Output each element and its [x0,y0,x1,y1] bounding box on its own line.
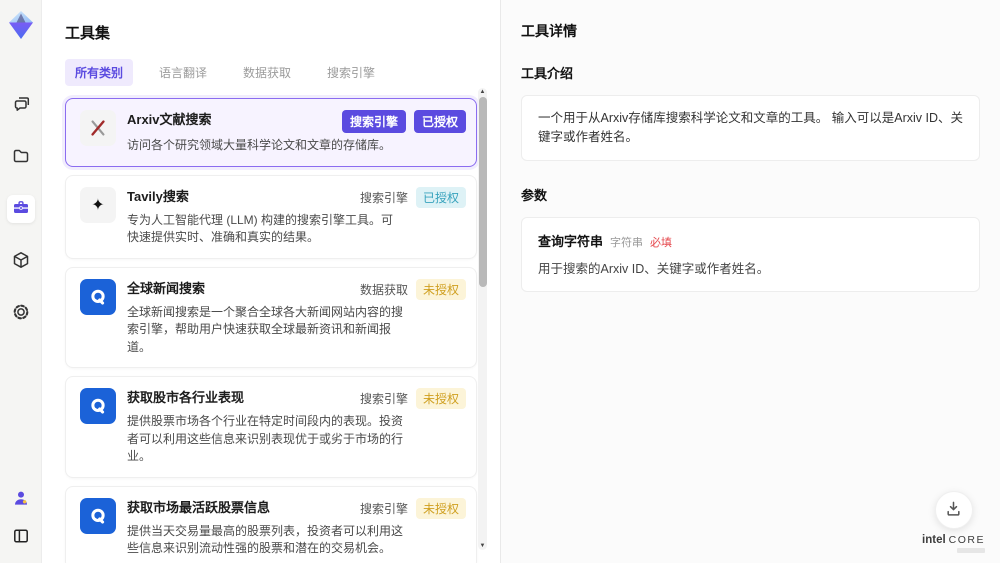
tool-title: 获取市场最活跃股票信息 [127,499,271,515]
param-type: 字符串 [610,237,644,249]
folder-icon [11,146,31,169]
tool-description: 专为人工智能代理 (LLM) 构建的搜索引擎工具。可快速提供实时、准确和真实的结… [127,212,394,245]
param-required-badge: 必填 [650,237,673,249]
tool-card-3[interactable]: 全球新闻搜索 数据获取 未授权 全球新闻搜索是一个聚合全球各大新闻网站内容的搜索… [65,266,477,368]
scrollbar[interactable]: ▲ ▼ [478,88,487,550]
panel-toggle-icon [11,526,31,549]
news-search-icon [80,278,116,315]
params-heading: 参数 [521,188,548,203]
brand-intel: intel [922,534,946,546]
tool-description: 访问各个研究领域大量科学论文和文章的存储库。 [127,138,392,152]
brand-core: CORE [948,534,985,546]
sidebar-item-cube[interactable] [7,247,35,275]
tool-description: 全球新闻搜索是一个聚合全球各大新闻网站内容的搜索引擎，帮助用户快速获取全球最新资… [127,304,404,354]
download-button[interactable] [934,491,973,529]
auth-status-badge: 未授权 [415,278,466,300]
details-title: 工具详情 [521,23,577,39]
user-icon [11,488,31,511]
download-icon [944,499,963,521]
tab-1[interactable]: 所有类别 [65,59,134,86]
sidebar-nav [6,91,35,327]
tavily-star-icon: ✦ [80,186,116,223]
param-name: 查询字符串 [538,234,604,249]
scroll-up-arrow[interactable]: ▲ [478,88,487,96]
tool-title: Tavily搜索 [127,188,189,204]
app-window: 工具集 所有类别 语言翻译 数据获取 搜索引擎 Arxiv文献搜索 搜索引擎 已授权 … [0,0,1000,563]
page-title: 工具集 [65,25,111,42]
tab-4[interactable]: 搜索引擎 [317,59,385,86]
tool-card-4[interactable]: 获取股市各行业表现 搜索引擎 未授权 提供股票市场各个行业在特定时间段内的表现。… [65,376,477,478]
param-description: 用于搜索的Arxiv ID、关键字或作者姓名。 [538,262,770,276]
tool-card-5[interactable]: 获取市场最活跃股票信息 搜索引擎 未授权 提供当天交易量最高的股票列表，投资者可… [65,485,477,563]
scroll-down-arrow[interactable]: ▼ [478,542,487,550]
param-box: 查询字符串 字符串 必填 用于搜索的Arxiv ID、关键字或作者姓名。 [521,217,980,292]
gear-icon [11,302,31,325]
category-badge: 搜索引擎 [359,190,408,205]
tool-card-2[interactable]: ✦ Tavily搜索 搜索引擎 已授权 专为人工智能代理 (LLM) 构建的搜索… [65,174,477,259]
tool-card-1[interactable]: Arxiv文献搜索 搜索引擎 已授权 访问各个研究领域大量科学论文和文章的存储库… [65,98,477,167]
category-tabs: 所有类别 语言翻译 数据获取 搜索引擎 [65,59,477,86]
auth-status-badge: 已授权 [413,110,466,133]
app-logo [8,10,34,45]
news-search-icon [80,388,116,424]
tool-title: Arxiv文献搜索 [127,112,212,127]
tool-description: 提供当天交易量最高的股票列表，投资者可以利用这些信息来识别流动性强的股票和潜在的… [127,523,404,556]
auth-status-badge: 未授权 [415,497,466,519]
toolbox-icon [11,198,31,221]
chat-icon [11,94,31,117]
tool-details-panel: 工具详情 工具介绍 一个用于从Arxiv存储库搜索科学论文和文章的工具。 输入可… [500,0,1000,563]
intel-core-logo: intel CORE [922,534,985,553]
news-search-icon [80,497,116,534]
sidebar-bottom [7,485,35,551]
auth-status-badge: 已授权 [415,186,466,208]
tool-list-panel: 工具集 所有类别 语言翻译 数据获取 搜索引擎 Arxiv文献搜索 搜索引擎 已授权 … [42,0,500,563]
tool-title: 获取股市各行业表现 [127,390,245,405]
tool-list: Arxiv文献搜索 搜索引擎 已授权 访问各个研究领域大量科学论文和文章的存储库… [65,98,477,563]
sidebar-item-folder[interactable] [7,143,35,171]
icon-sidebar [0,0,42,563]
sidebar-item-panel-toggle[interactable] [7,523,35,551]
intro-text: 一个用于从Arxiv存储库搜索科学论文和文章的工具。 输入可以是Arxiv ID… [538,111,964,144]
tool-title: 全球新闻搜索 [127,280,206,296]
sidebar-item-toolbox[interactable] [6,195,35,223]
tab-2[interactable]: 语言翻译 [149,59,217,86]
intro-heading: 工具介绍 [521,66,574,81]
sidebar-item-user[interactable] [7,485,35,513]
sidebar-item-settings[interactable] [7,299,35,327]
category-badge: 搜索引擎 [359,501,408,516]
intro-box: 一个用于从Arxiv存储库搜索科学论文和文章的工具。 输入可以是Arxiv ID… [521,95,980,161]
tab-3[interactable]: 数据获取 [233,59,301,86]
scrollbar-thumb[interactable] [478,97,487,287]
auth-status-badge: 未授权 [415,388,466,409]
cube-icon [11,250,31,273]
param-header: 查询字符串 字符串 必填 [538,231,963,250]
category-badge: 搜索引擎 [359,392,408,406]
arxiv-icon [80,110,116,146]
corner-widgets: intel CORE [922,491,985,553]
sidebar-item-chat[interactable] [7,91,35,119]
tool-description: 提供股票市场各个行业在特定时间段内的表现。投资者可以利用这些信息来识别表现优于或… [127,414,404,463]
brand-subtext [957,548,985,553]
category-badge: 搜索引擎 [341,110,406,133]
category-badge: 数据获取 [359,282,408,297]
